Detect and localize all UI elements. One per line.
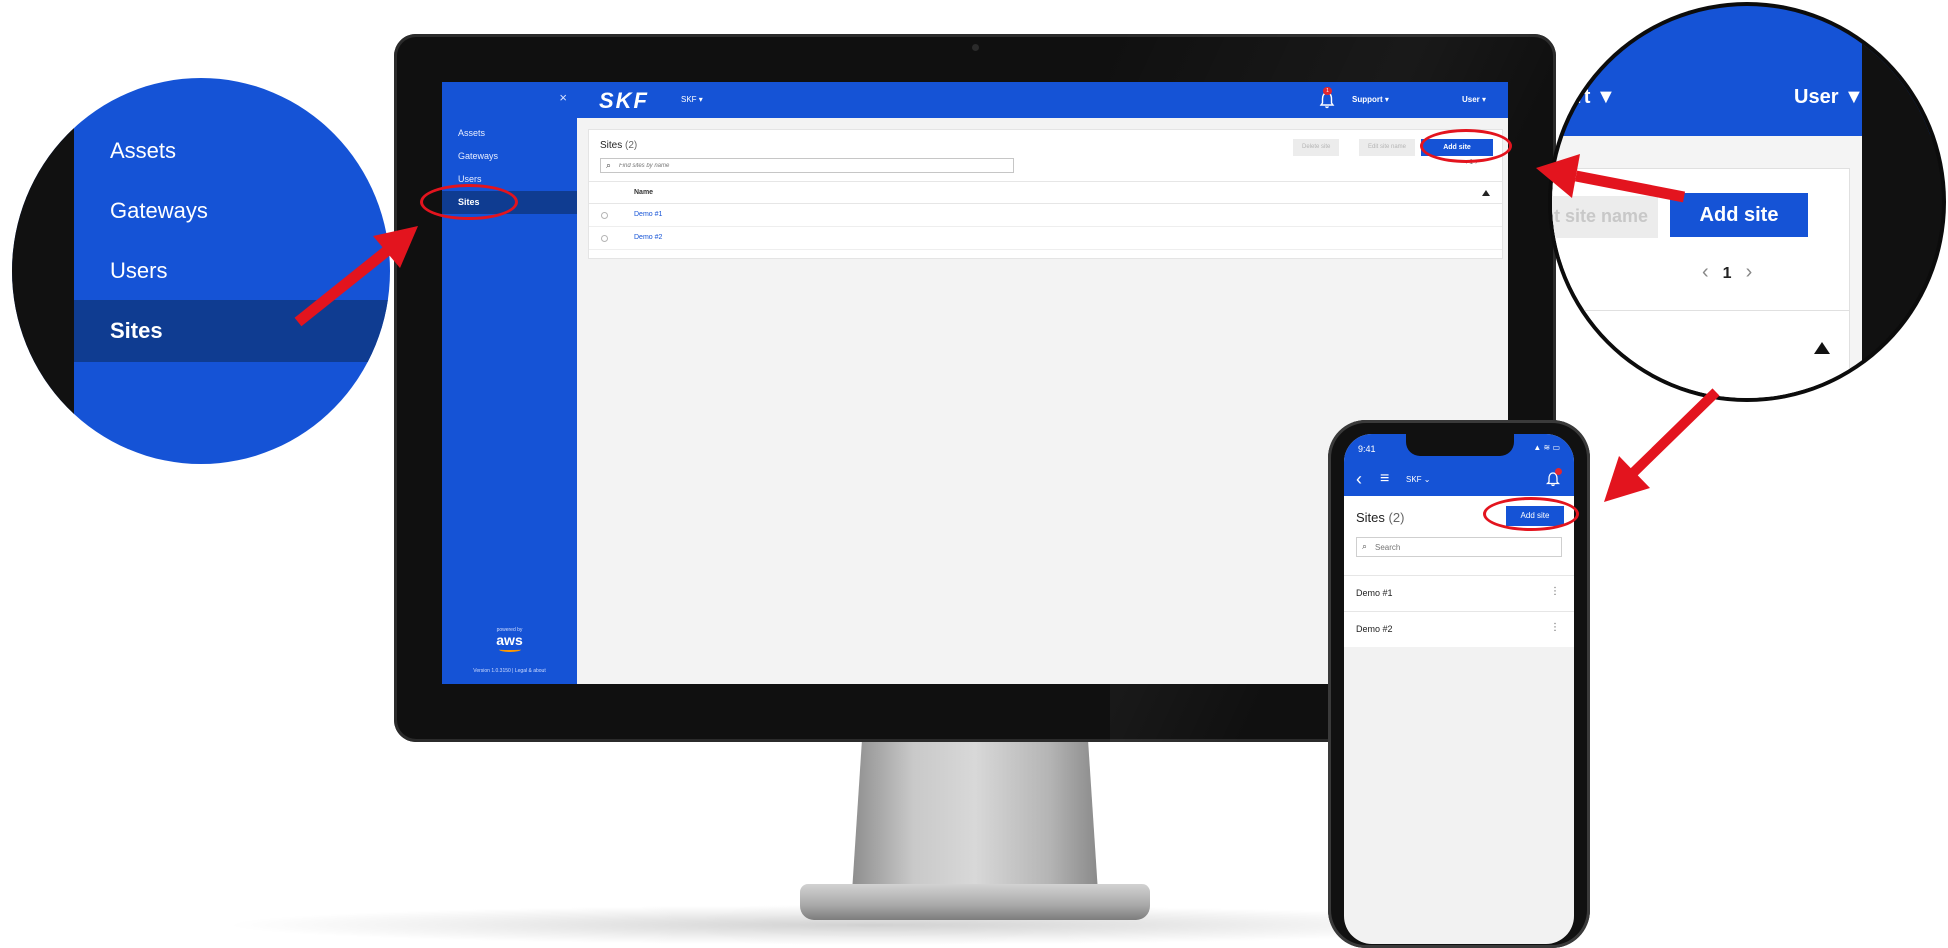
signal-wifi-battery-icon: ▲ ≋ ▭	[1533, 443, 1560, 452]
zoom-sidebar-item-users: Users	[110, 258, 168, 283]
table-header: Name	[589, 181, 1502, 204]
highlight-ring-sidebar-sites	[420, 184, 518, 220]
sidebar-item-gateways[interactable]: Gateways	[442, 145, 577, 168]
phone-search-icon: ⌕	[1362, 541, 1368, 551]
zoom-callout-add-site: rt ▼ User ▼ t site name Add site ‹ 1 ›	[1552, 6, 1942, 398]
list-item[interactable]: Demo #2 ⋮	[1344, 611, 1574, 647]
sites-count: (2)	[625, 140, 638, 151]
close-icon[interactable]: ×	[559, 90, 567, 105]
page-title-text: Sites	[600, 140, 623, 151]
user-menu[interactable]: User ▾	[1462, 95, 1486, 104]
zoom-left-bezel	[12, 78, 74, 464]
phone-title-text: Sites	[1356, 510, 1385, 525]
more-options-icon[interactable]: ⋮	[1550, 622, 1560, 633]
version-link[interactable]: Version 1.0.3150 | Legal & about	[442, 668, 577, 674]
chevron-right-icon: ›	[1745, 261, 1753, 283]
phone-site-name: Demo #1	[1356, 588, 1393, 598]
zoom-support-menu: rt ▼	[1576, 86, 1616, 108]
table-row[interactable]: Demo #1	[589, 204, 1502, 227]
phone-notch	[1406, 434, 1514, 456]
phone-app-bar: ‹ ≡ SKF ⌄	[1344, 464, 1574, 496]
phone-page-title: Sites (2)	[1356, 510, 1404, 525]
edit-site-name-button[interactable]: Edit site name	[1359, 139, 1416, 156]
monitor-camera	[972, 44, 979, 51]
highlight-ring-phone-add-site	[1483, 497, 1579, 531]
phone-sites-count: (2)	[1388, 510, 1405, 525]
org-selector[interactable]: SKF ▾	[681, 95, 703, 104]
column-header-name[interactable]: Name	[634, 189, 653, 196]
phone-notification-badge	[1555, 468, 1562, 475]
monitor-stand-base	[800, 884, 1150, 920]
zoom-sort-ascending-icon	[1814, 342, 1830, 354]
zoom-sidebar-item-assets: Assets	[110, 138, 177, 163]
zoom-right-bezel	[1862, 6, 1942, 398]
sidebar-item-assets[interactable]: Assets	[442, 122, 577, 145]
zoom-sidebar-item-sites: Sites	[110, 318, 163, 343]
zoom-callout-sidebar: Assets Gateways Users Sites	[12, 78, 390, 464]
site-link[interactable]: Demo #2	[634, 234, 662, 241]
top-header: SKF SKF ▾ 1 Support ▾ User ▾	[577, 82, 1508, 118]
page-title: Sites (2)	[600, 140, 637, 151]
highlight-ring-add-site	[1420, 129, 1512, 163]
search-icon: ⌕	[606, 160, 612, 170]
zoom-divider	[1552, 310, 1850, 311]
table-row[interactable]: Demo #2	[589, 227, 1502, 250]
sidebar: × Assets Gateways Users Sites powered by…	[442, 82, 577, 684]
more-options-icon[interactable]: ⋮	[1550, 586, 1560, 597]
monitor-stand-neck	[852, 742, 1098, 892]
aws-badge: powered by aws	[442, 627, 577, 652]
sort-ascending-icon[interactable]	[1482, 190, 1490, 196]
chevron-left-icon: ‹	[1702, 261, 1709, 283]
zoom-user-menu: User ▼	[1794, 86, 1864, 108]
phone-search-input[interactable]	[1375, 541, 1555, 553]
zoom-edit-site-name-button: t site name	[1552, 196, 1658, 238]
hamburger-menu-icon[interactable]: ≡	[1380, 470, 1389, 488]
phone-time: 9:41	[1358, 444, 1376, 454]
phone-org-selector[interactable]: SKF ⌄	[1406, 475, 1430, 484]
zoom-pagination: ‹ 1 ›	[1702, 261, 1752, 284]
marketing-composite: × Assets Gateways Users Sites powered by…	[0, 0, 1948, 948]
site-link[interactable]: Demo #1	[634, 211, 662, 218]
zoom-sidebar-item-gateways: Gateways	[110, 198, 208, 223]
back-chevron-icon[interactable]: ‹	[1356, 469, 1362, 490]
search-box[interactable]: ⌕	[600, 158, 1014, 173]
phone-search-box[interactable]: ⌕	[1356, 537, 1562, 557]
delete-site-button[interactable]: Delete site	[1293, 139, 1340, 156]
notification-badge: 1	[1323, 87, 1332, 95]
phone-site-name: Demo #2	[1356, 624, 1393, 634]
skf-logo[interactable]: SKF	[599, 88, 649, 114]
search-input[interactable]	[619, 160, 999, 171]
zoom-edit-label: t site name	[1553, 206, 1648, 226]
phone-status-bar: 9:41 ▲ ≋ ▭	[1344, 434, 1574, 464]
zoom-add-site-button: Add site	[1670, 193, 1808, 237]
list-item[interactable]: Demo #1 ⋮	[1344, 575, 1574, 611]
row-radio[interactable]	[601, 212, 608, 219]
sites-card: Sites (2) ⌕ Delete site Edit site name A…	[588, 129, 1503, 259]
support-menu[interactable]: Support ▾	[1352, 95, 1389, 104]
page-number: 1	[1722, 265, 1732, 282]
aws-logo: aws	[496, 632, 523, 648]
row-radio[interactable]	[601, 235, 608, 242]
